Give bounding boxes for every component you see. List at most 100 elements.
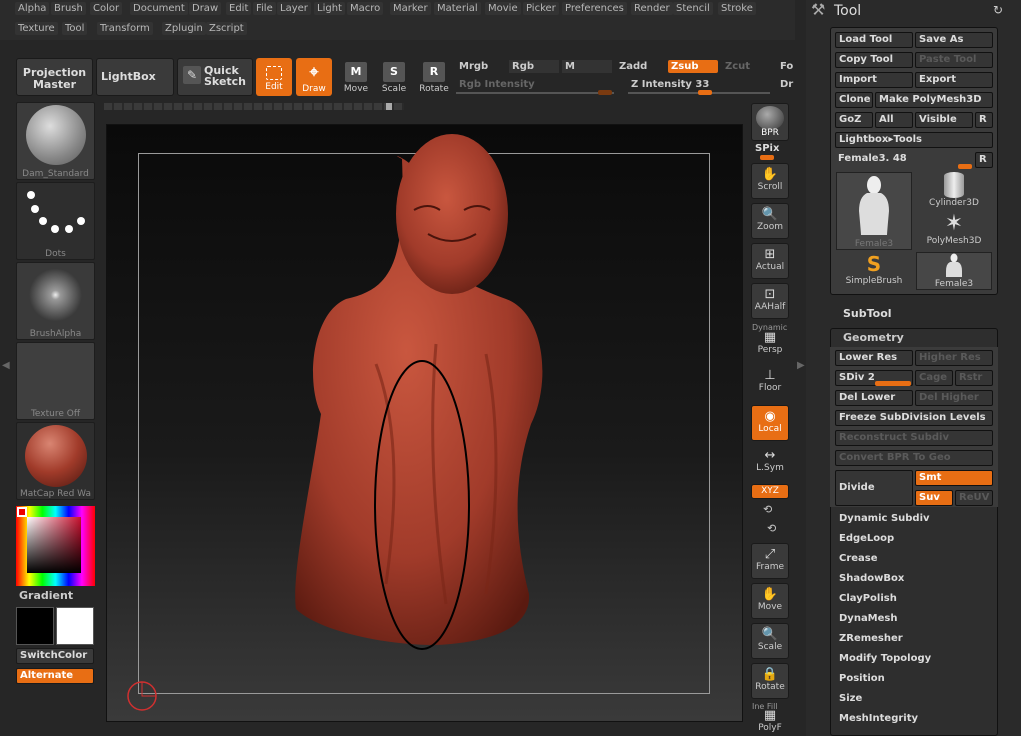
bpr-button[interactable]: BPR bbox=[751, 103, 789, 141]
rgb-toggle[interactable]: Rgb bbox=[509, 60, 559, 73]
subtool-header[interactable]: SubTool bbox=[843, 307, 892, 320]
load-tool-button[interactable]: Load Tool bbox=[835, 32, 913, 48]
current-tool-knob[interactable] bbox=[958, 164, 972, 169]
menu-color[interactable]: Color bbox=[90, 2, 123, 15]
freeze-subdivision-button[interactable]: Freeze SubDivision Levels bbox=[835, 410, 993, 426]
lower-res-button[interactable]: Lower Res bbox=[835, 350, 913, 366]
menu-brush[interactable]: Brush bbox=[51, 2, 86, 15]
persp-button[interactable]: ▦ Persp bbox=[751, 330, 789, 356]
export-button[interactable]: Export bbox=[915, 72, 993, 88]
menu-edit[interactable]: Edit bbox=[226, 2, 252, 15]
move-view-button[interactable]: ✋ Move bbox=[751, 583, 789, 619]
zsub-toggle[interactable]: Zsub bbox=[668, 60, 718, 73]
tool-thumb-polymesh3d[interactable]: ✶ PolyMesh3D bbox=[916, 212, 992, 250]
suv-toggle[interactable]: Suv bbox=[915, 490, 953, 506]
rotate-z-icon[interactable]: ⟲ bbox=[767, 522, 776, 535]
zremesher-header[interactable]: ZRemesher bbox=[834, 630, 996, 648]
menu-layer[interactable]: Layer bbox=[277, 2, 311, 15]
del-higher-button[interactable]: Del Higher bbox=[915, 390, 993, 406]
dynamesh-header[interactable]: DynaMesh bbox=[834, 610, 996, 628]
color-picker[interactable] bbox=[16, 506, 95, 586]
timeline-marker[interactable] bbox=[386, 103, 392, 110]
m-toggle[interactable]: M bbox=[562, 60, 612, 73]
edit-button[interactable]: Edit bbox=[256, 58, 292, 96]
menu-alpha[interactable]: Alpha bbox=[15, 2, 50, 15]
color-picker-square[interactable] bbox=[27, 517, 81, 573]
move-button[interactable]: M Move bbox=[336, 58, 376, 100]
lsym-button[interactable]: ↔ L.Sym bbox=[751, 445, 789, 481]
reconstruct-subdiv-button[interactable]: Reconstruct Subdiv bbox=[835, 430, 993, 446]
edgeloop-header[interactable]: EdgeLoop bbox=[834, 530, 996, 548]
primary-color-swatch[interactable] bbox=[16, 607, 54, 645]
tool-thumb-female3[interactable]: Female3 bbox=[836, 172, 912, 250]
smt-toggle[interactable]: Smt bbox=[915, 470, 993, 486]
rgb-intensity-slider[interactable]: Rgb Intensity bbox=[456, 78, 538, 91]
floor-button[interactable]: ⊥ Floor bbox=[751, 365, 789, 401]
claypolish-header[interactable]: ClayPolish bbox=[834, 590, 996, 608]
shadowbox-header[interactable]: ShadowBox bbox=[834, 570, 996, 588]
modify-topology-header[interactable]: Modify Topology bbox=[834, 650, 996, 668]
size-header[interactable]: Size bbox=[834, 690, 996, 708]
xyz-button[interactable]: XYZ bbox=[751, 484, 789, 499]
del-lower-button[interactable]: Del Lower bbox=[835, 390, 913, 406]
menu-zscript[interactable]: Zscript bbox=[206, 22, 247, 35]
geometry-header[interactable]: Geometry bbox=[843, 331, 904, 344]
timeline-strip[interactable] bbox=[104, 103, 404, 110]
refresh-icon[interactable]: ↻ bbox=[993, 3, 1003, 17]
menu-tool[interactable]: Tool bbox=[62, 22, 88, 35]
menu-marker[interactable]: Marker bbox=[390, 2, 431, 15]
tool-thumb-simplebrush[interactable]: S SimpleBrush bbox=[836, 252, 912, 290]
all-button[interactable]: All bbox=[875, 112, 913, 128]
clone-button[interactable]: Clone bbox=[835, 92, 873, 108]
current-tool-slider[interactable]: Female3. 48 bbox=[838, 153, 907, 164]
make-polymesh-button[interactable]: Make PolyMesh3D bbox=[875, 92, 993, 108]
menu-macro[interactable]: Macro bbox=[347, 2, 384, 15]
menu-draw[interactable]: Draw bbox=[189, 2, 222, 15]
tool-palette-title[interactable]: Tool bbox=[834, 3, 861, 19]
menu-render[interactable]: Render bbox=[631, 2, 673, 15]
local-button[interactable]: ◉ Local bbox=[751, 405, 789, 441]
lightbox-tools-button[interactable]: Lightbox▸Tools bbox=[835, 132, 993, 148]
scroll-button[interactable]: ✋ Scroll bbox=[751, 163, 789, 199]
zoom-button[interactable]: 🔍 Zoom bbox=[751, 203, 789, 239]
sculpt-model[interactable] bbox=[106, 124, 743, 722]
switch-color-button[interactable]: SwitchColor bbox=[16, 648, 94, 664]
projection-master-button[interactable]: Projection Master bbox=[16, 58, 93, 96]
menu-picker[interactable]: Picker bbox=[523, 2, 559, 15]
tool-thumb-cylinder3d[interactable]: Cylinder3D bbox=[916, 172, 992, 210]
rotate-view-button[interactable]: 🔒 Rotate bbox=[751, 663, 789, 699]
tool-thumb-female3-small[interactable]: Female3 bbox=[916, 252, 992, 290]
secondary-color-swatch[interactable] bbox=[56, 607, 94, 645]
menu-document[interactable]: Document bbox=[130, 2, 188, 15]
goz-button[interactable]: GoZ bbox=[835, 112, 873, 128]
actual-button[interactable]: ⊞ Actual bbox=[751, 243, 789, 279]
menu-transform[interactable]: Transform bbox=[97, 22, 153, 35]
menu-light[interactable]: Light bbox=[314, 2, 345, 15]
goz-r-button[interactable]: R bbox=[975, 112, 993, 128]
zadd-toggle[interactable]: Zadd bbox=[616, 60, 650, 73]
meshintegrity-header[interactable]: MeshIntegrity bbox=[834, 710, 996, 728]
dynamic-subdiv-header[interactable]: Dynamic Subdiv bbox=[834, 510, 996, 528]
paste-tool-button[interactable]: Paste Tool bbox=[915, 52, 993, 68]
brush-slot[interactable]: Dam_Standard bbox=[16, 102, 95, 180]
scale-button[interactable]: S Scale bbox=[374, 58, 414, 100]
z-intensity-knob[interactable] bbox=[698, 90, 712, 95]
copy-tool-button[interactable]: Copy Tool bbox=[835, 52, 913, 68]
reuv-button[interactable]: ReUV bbox=[955, 490, 993, 506]
menu-texture[interactable]: Texture bbox=[15, 22, 58, 35]
higher-res-button[interactable]: Higher Res bbox=[915, 350, 993, 366]
tool-r-button[interactable]: R bbox=[975, 152, 993, 168]
divide-button[interactable]: Divide bbox=[835, 470, 913, 506]
mrgb-toggle[interactable]: Mrgb bbox=[456, 60, 491, 73]
scale-view-button[interactable]: 🔍 Scale bbox=[751, 623, 789, 659]
aahalf-button[interactable]: ⊡ AAHalf bbox=[751, 283, 789, 319]
rstr-button[interactable]: Rstr bbox=[955, 370, 993, 386]
alternate-button[interactable]: Alternate bbox=[16, 668, 94, 684]
menu-movie[interactable]: Movie bbox=[485, 2, 521, 15]
menu-zplugin[interactable]: Zplugin bbox=[162, 22, 206, 35]
rotate-button[interactable]: R Rotate bbox=[414, 58, 454, 100]
right-tray-arrow-icon[interactable]: ▶ bbox=[797, 360, 805, 371]
menu-preferences[interactable]: Preferences bbox=[562, 2, 627, 15]
frame-button[interactable]: ⤢ Frame bbox=[751, 543, 789, 579]
zcut-toggle[interactable]: Zcut bbox=[722, 60, 753, 73]
